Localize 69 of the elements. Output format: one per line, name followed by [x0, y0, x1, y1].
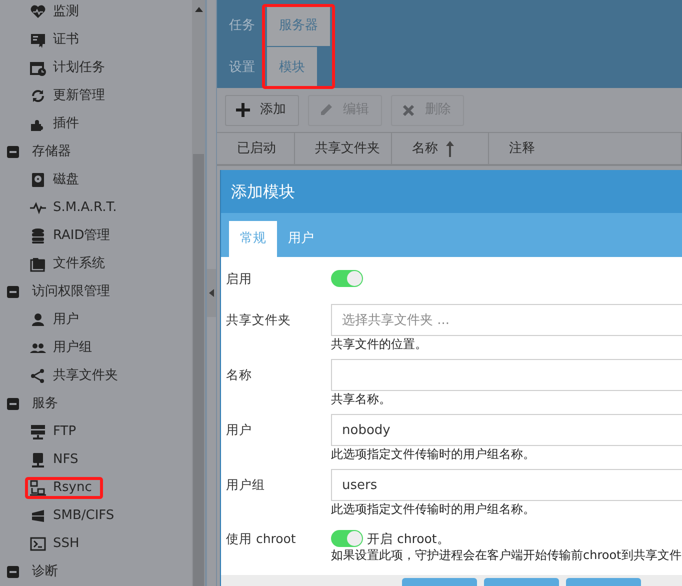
sidebar-item[interactable]: 监测 [0, 0, 192, 26]
pencil-icon [319, 103, 333, 117]
minus-square-icon[interactable] [7, 566, 19, 578]
help-text: 共享文件的位置。 [331, 337, 428, 351]
column-header[interactable]: 注释 [488, 133, 682, 164]
field-label: 名称 [226, 366, 253, 384]
scrollbar-thumb[interactable] [193, 154, 204, 586]
plus-icon [236, 103, 250, 117]
input-field[interactable]: nobody [331, 414, 682, 446]
toggle-switch[interactable] [331, 270, 363, 287]
share-icon [30, 368, 46, 384]
close-icon [402, 104, 415, 116]
database-icon [30, 228, 46, 244]
column-header[interactable]: 名称 [392, 133, 489, 164]
field-label: 用户 [226, 421, 253, 439]
input-field[interactable]: 选择共享文件夹 ... [331, 304, 682, 336]
help-text: 此选项指定文件传输时的用户组名称。 [331, 502, 536, 516]
field-label: 启用 [226, 270, 253, 287]
help-text: 此选项指定文件传输时的用户组名称。 [331, 447, 536, 461]
toggle-switch[interactable] [331, 530, 363, 547]
sidebar-group[interactable]: 存储器 [0, 138, 192, 166]
sidebar-item[interactable]: NFS [0, 446, 192, 474]
dialog-title: 添加模块 [221, 170, 682, 213]
pulse-icon [30, 200, 46, 216]
sidebar-item[interactable]: SMB/CIFS [0, 502, 192, 530]
help-text: 共享名称。 [331, 392, 392, 406]
sidebar-item[interactable]: 磁盘 [0, 166, 192, 194]
network-icon [30, 480, 46, 496]
refresh-icon [30, 88, 46, 104]
calendar-icon [30, 60, 46, 76]
sidebar-item[interactable]: 更新管理 [0, 82, 192, 110]
sidebar-item[interactable]: FTP [0, 418, 192, 446]
sidebar-item[interactable]: 用户组 [0, 334, 192, 362]
minus-square-icon[interactable] [7, 146, 19, 158]
heart-icon [30, 4, 46, 20]
sidebar-item[interactable]: 计划任务 [0, 54, 192, 82]
column-header[interactable]: 已启动 [217, 133, 295, 164]
help-text: 如果设置此项，守护进程会在客户端开始传输前chroot到共享文件 [331, 548, 682, 562]
sidebar-group[interactable]: 访问权限管理 [0, 278, 192, 306]
switch-caption: 开启 chroot。 [367, 530, 450, 546]
sidebar-item[interactable]: 插件 [0, 110, 192, 138]
collapse-handle[interactable] [207, 269, 216, 317]
sidebar-item[interactable]: Rsync [0, 474, 192, 502]
server-icon [30, 452, 46, 468]
sidebar-item[interactable]: S.M.A.R.T. [0, 194, 192, 222]
field-label: 用户组 [226, 476, 266, 494]
sidebar-item[interactable]: 证书 [0, 26, 192, 54]
sidebar-group[interactable]: 诊断 [0, 558, 192, 586]
scroll-up-icon[interactable] [195, 7, 203, 12]
sidebar-item[interactable]: RAID管理 [0, 222, 192, 250]
folder-icon [30, 256, 46, 272]
drive-icon [30, 508, 46, 524]
toolbar-button[interactable]: 添加 [225, 94, 299, 126]
column-header[interactable]: 共享文件夹 [294, 133, 392, 164]
field-label: 共享文件夹 [226, 311, 292, 329]
sidebar-item[interactable]: 文件系统 [0, 250, 192, 278]
certificate-icon [30, 32, 46, 48]
sidebar-item[interactable]: 用户 [0, 306, 192, 334]
sidebar-item[interactable]: 共享文件夹 [0, 362, 192, 390]
minus-square-icon[interactable] [7, 286, 19, 298]
input-field[interactable]: users [331, 469, 682, 501]
sidebar-group[interactable]: 服务 [0, 390, 192, 418]
user-icon [30, 312, 46, 328]
server-icon [30, 424, 46, 440]
input-field[interactable] [331, 359, 682, 391]
terminal-icon [30, 536, 46, 552]
sidebar-item[interactable]: SSH [0, 530, 192, 558]
minus-square-icon[interactable] [7, 398, 19, 410]
field-label: 使用 chroot [226, 530, 297, 548]
